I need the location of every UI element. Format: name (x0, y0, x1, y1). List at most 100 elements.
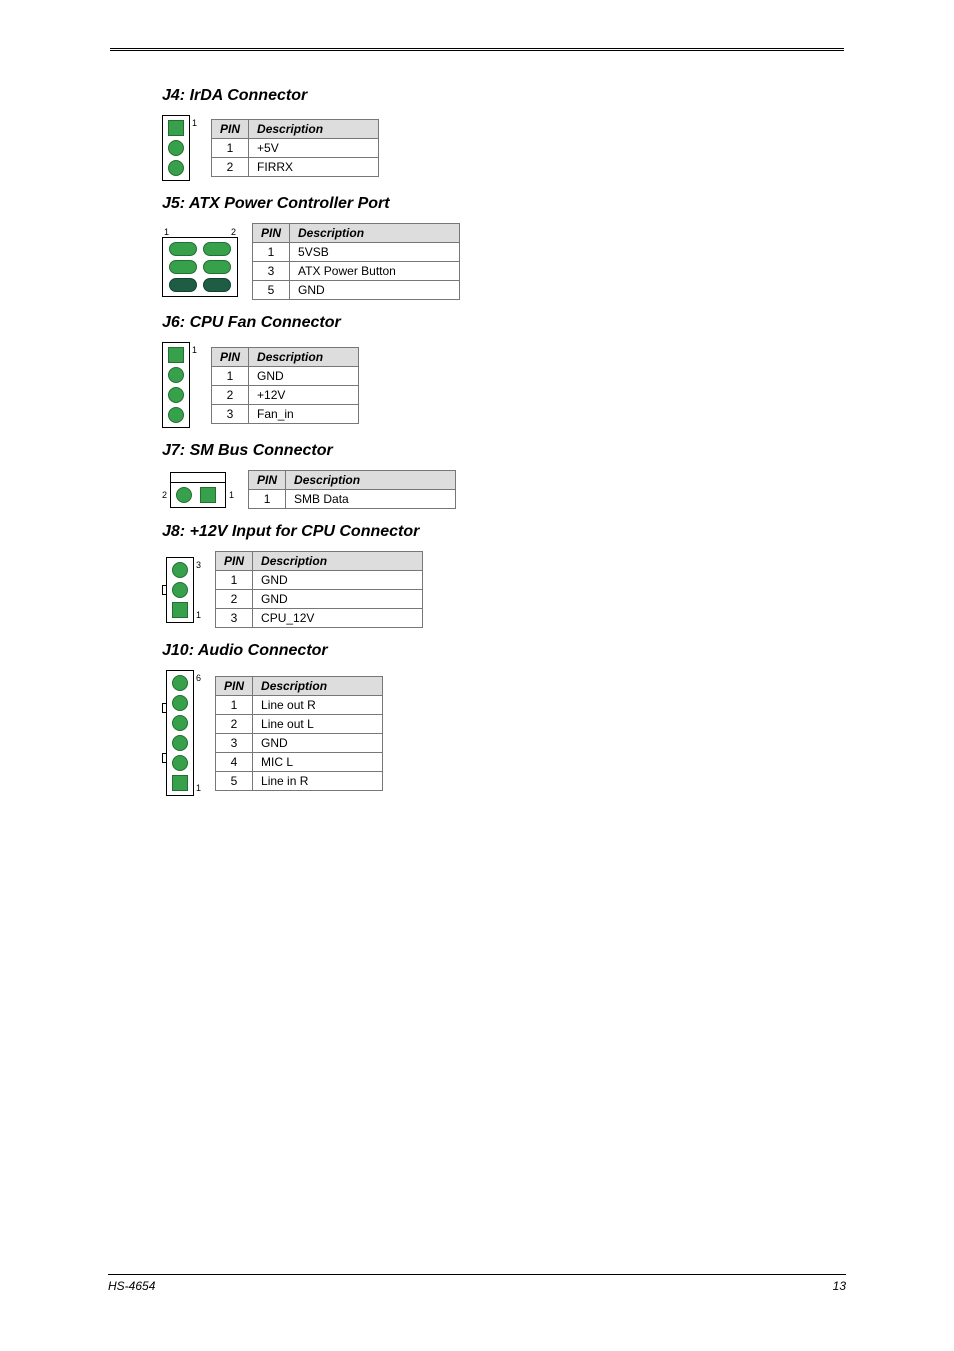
section-j7: J7: SM Bus Connector 2 1 PIN Description (110, 442, 844, 509)
table-row: 2 +12V (212, 385, 359, 404)
pin-wide-icon (169, 242, 197, 256)
section-j6: J6: CPU Fan Connector 1 PIN Description … (110, 314, 844, 428)
col-header-desc: Description (249, 120, 379, 139)
pin-table-j8: PIN Description 1 GND 2 GND 3 CPU_12V (215, 551, 423, 628)
connector-diagram-j4: 1 (162, 115, 197, 181)
section-title: J8: +12V Input for CPU Connector (162, 523, 844, 541)
pin-round-icon (172, 735, 188, 751)
section-j8: J8: +12V Input for CPU Connector 3 1 (110, 523, 844, 628)
cell-pin: 3 (216, 733, 253, 752)
pin-label: 2 (162, 487, 167, 503)
pin-square-icon (172, 602, 188, 618)
pin-label: 3 (196, 557, 201, 573)
pin-table-j7: PIN Description 1 SMB Data (248, 470, 456, 509)
table-row: 1 +5V (212, 139, 379, 158)
cell-pin: 1 (212, 139, 249, 158)
pin-label: 6 (196, 670, 201, 686)
cell-pin: 3 (253, 262, 290, 281)
cell-pin: 3 (212, 404, 249, 423)
pin-wide-icon (203, 260, 231, 274)
pin-label: 1 (192, 115, 197, 131)
pin-label: 1 (196, 780, 201, 796)
pin-round-icon (176, 487, 192, 503)
cell-desc: GND (253, 571, 423, 590)
pin-table-j4: PIN Description 1 +5V 2 FIRRX (211, 119, 379, 177)
section-title: J4: IrDA Connector (162, 87, 844, 105)
page-body: J4: IrDA Connector 1 PIN Description 1 +… (0, 0, 954, 796)
pin-label: 1 (192, 342, 197, 358)
table-row: 3 ATX Power Button (253, 262, 460, 281)
cell-pin: 2 (216, 714, 253, 733)
page-footer: HS-4654 13 (0, 1274, 954, 1293)
cell-desc: Line out R (253, 695, 383, 714)
col-header-pin: PIN (212, 347, 249, 366)
table-row: 4 MIC L (216, 752, 383, 771)
section-title: J5: ATX Power Controller Port (162, 195, 844, 213)
pin-round-icon (172, 755, 188, 771)
cell-pin: 3 (216, 609, 253, 628)
col-header-pin: PIN (212, 120, 249, 139)
table-row: 3 CPU_12V (216, 609, 423, 628)
cell-pin: 2 (216, 590, 253, 609)
pin-round-icon (172, 695, 188, 711)
cell-desc: SMB Data (286, 490, 456, 509)
col-header-pin: PIN (216, 552, 253, 571)
cell-desc: GND (290, 281, 460, 300)
col-header-desc: Description (290, 224, 460, 243)
cell-desc: +5V (249, 139, 379, 158)
pin-wide-icon (203, 242, 231, 256)
pin-label: 1 (229, 487, 234, 503)
pin-label: 1 (164, 227, 169, 237)
cell-pin: 2 (212, 385, 249, 404)
table-row: 1 Line out R (216, 695, 383, 714)
footer-page-number: 13 (833, 1279, 846, 1293)
section-title: J6: CPU Fan Connector (162, 314, 844, 332)
table-row: 3 Fan_in (212, 404, 359, 423)
pin-round-icon (168, 387, 184, 403)
pin-square-icon (200, 487, 216, 503)
cell-pin: 1 (216, 571, 253, 590)
cell-pin: 5 (253, 281, 290, 300)
col-header-desc: Description (253, 676, 383, 695)
cell-desc: GND (253, 590, 423, 609)
pin-round-icon (168, 407, 184, 423)
pin-square-icon (172, 775, 188, 791)
cell-desc: Line out L (253, 714, 383, 733)
cell-desc: MIC L (253, 752, 383, 771)
cell-pin: 1 (253, 243, 290, 262)
table-row: 1 GND (212, 366, 359, 385)
cell-desc: ATX Power Button (290, 262, 460, 281)
pin-wide-dark-icon (169, 278, 197, 292)
pin-table-j6: PIN Description 1 GND 2 +12V 3 Fan_in (211, 347, 359, 424)
col-header-pin: PIN (216, 676, 253, 695)
cell-desc: 5VSB (290, 243, 460, 262)
section-j5: J5: ATX Power Controller Port 1 2 (110, 195, 844, 300)
table-row: 3 GND (216, 733, 383, 752)
col-header-desc: Description (253, 552, 423, 571)
section-title: J10: Audio Connector (162, 642, 844, 660)
table-row: 2 FIRRX (212, 158, 379, 177)
pin-wide-icon (169, 260, 197, 274)
col-header-pin: PIN (253, 224, 290, 243)
pin-round-icon (168, 140, 184, 156)
table-row: 5 GND (253, 281, 460, 300)
col-header-pin: PIN (249, 471, 286, 490)
cell-pin: 1 (249, 490, 286, 509)
cell-desc: GND (253, 733, 383, 752)
connector-diagram-j6: 1 (162, 342, 197, 428)
connector-diagram-j10: 6 1 (162, 670, 201, 796)
pin-table-j10: PIN Description 1 Line out R 2 Line out … (215, 676, 383, 791)
table-row: 1 5VSB (253, 243, 460, 262)
pin-round-icon (168, 367, 184, 383)
pin-square-icon (168, 120, 184, 136)
pin-round-icon (172, 675, 188, 691)
pin-square-icon (168, 347, 184, 363)
cell-desc: Fan_in (249, 404, 359, 423)
pin-round-icon (172, 715, 188, 731)
page-top-rule (110, 48, 844, 51)
cell-desc: +12V (249, 385, 359, 404)
connector-diagram-j8: 3 1 (162, 557, 201, 623)
table-row: 5 Line in R (216, 771, 383, 790)
cell-pin: 4 (216, 752, 253, 771)
connector-diagram-j5: 1 2 (162, 227, 238, 297)
